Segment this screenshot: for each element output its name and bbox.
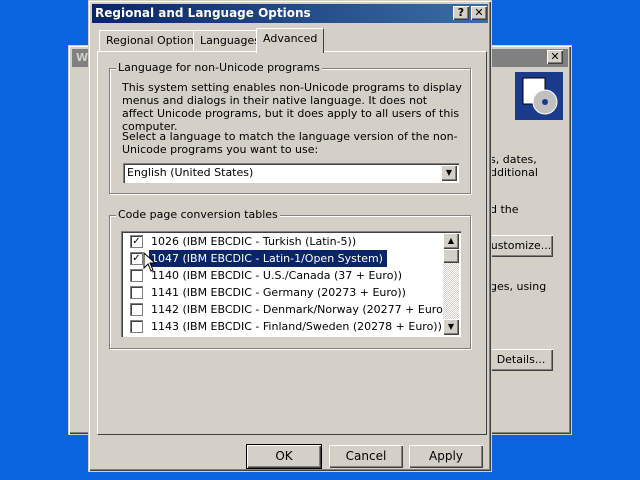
dialog-title: Regional and Language Options: [95, 6, 311, 20]
scroll-thumb[interactable]: [443, 249, 459, 263]
chevron-down-icon[interactable]: ▼: [441, 165, 457, 181]
dialog-titlebar[interactable]: Regional and Language Options: [92, 4, 488, 23]
list-item[interactable]: 1143 (IBM EBCDIC - Finland/Sweden (20278…: [123, 318, 442, 335]
list-item-label: 1143 (IBM EBCDIC - Finland/Sweden (20278…: [151, 320, 442, 333]
background-close-button[interactable]: ✕: [547, 50, 563, 64]
details-button[interactable]: Details...: [489, 349, 553, 371]
background-text-line: d the: [490, 203, 519, 216]
cancel-button[interactable]: Cancel: [329, 445, 403, 468]
background-text-line: s, dates,: [490, 153, 537, 166]
background-text-line: ges, using: [490, 280, 547, 293]
checkbox[interactable]: ✓: [130, 235, 143, 248]
mouse-cursor-icon: [143, 252, 157, 272]
checkbox[interactable]: [130, 303, 143, 316]
code-page-list[interactable]: ✓ 1026 (IBM EBCDIC - Turkish (Latin-5)) …: [121, 231, 461, 337]
list-item-label: 1026 (IBM EBCDIC - Turkish (Latin-5)): [151, 235, 357, 248]
language-select[interactable]: English (United States) ▼: [123, 163, 459, 183]
list-item[interactable]: ✓ 1047 (IBM EBCDIC - Latin-1/Open System…: [123, 250, 435, 267]
group-title: Language for non-Unicode programs: [116, 61, 322, 74]
select-language-prompt: Select a language to match the language …: [122, 130, 458, 156]
help-button[interactable]: ?: [453, 6, 469, 20]
apply-button[interactable]: Apply: [409, 445, 483, 468]
checkbox[interactable]: ✓: [130, 252, 143, 265]
close-icon: ✕: [474, 6, 484, 19]
list-item[interactable]: 1140 (IBM EBCDIC - U.S./Canada (37 + Eur…: [123, 267, 435, 284]
checkbox[interactable]: [130, 286, 143, 299]
background-text-line: dditional: [490, 166, 538, 179]
list-item-label: 1142 (IBM EBCDIC - Denmark/Norway (20277…: [151, 303, 452, 316]
tab-label: Languages: [200, 34, 261, 47]
list-item[interactable]: 1142 (IBM EBCDIC - Denmark/Norway (20277…: [123, 301, 451, 318]
regional-settings-icon: [515, 72, 563, 120]
list-item-label: 1140 (IBM EBCDIC - U.S./Canada (37 + Eur…: [151, 269, 403, 282]
language-select-value: English (United States): [127, 166, 254, 179]
group-title: Code page conversion tables: [116, 208, 280, 221]
help-icon: ?: [457, 6, 465, 19]
close-button[interactable]: ✕: [471, 6, 487, 20]
tab-label: Advanced: [263, 32, 318, 45]
scroll-down-button[interactable]: ▼: [443, 319, 459, 335]
close-icon: ✕: [550, 50, 560, 63]
list-item[interactable]: 1141 (IBM EBCDIC - Germany (20273 + Euro…: [123, 284, 435, 301]
list-item[interactable]: ✓ 1026 (IBM EBCDIC - Turkish (Latin-5)): [123, 233, 435, 250]
list-item-label: 1047 (IBM EBCDIC - Latin-1/Open System): [149, 250, 387, 267]
tab-label: Regional Options: [106, 34, 200, 47]
checkbox[interactable]: [130, 269, 143, 282]
checkbox[interactable]: [130, 320, 143, 333]
vertical-scrollbar[interactable]: ▲ ▼: [443, 233, 459, 335]
non-unicode-description: This system setting enables non-Unicode …: [122, 81, 462, 133]
regional-language-dialog: Regional and Language Options ? ✕ Region…: [88, 0, 492, 472]
tab-advanced[interactable]: Advanced: [256, 28, 325, 53]
customize-button[interactable]: ustomize...: [489, 235, 553, 257]
ok-button[interactable]: OK: [246, 444, 322, 469]
tab-regional-options[interactable]: Regional Options: [99, 30, 207, 51]
scroll-up-button[interactable]: ▲: [443, 233, 459, 249]
list-item-label: 1141 (IBM EBCDIC - Germany (20273 + Euro…: [151, 286, 406, 299]
